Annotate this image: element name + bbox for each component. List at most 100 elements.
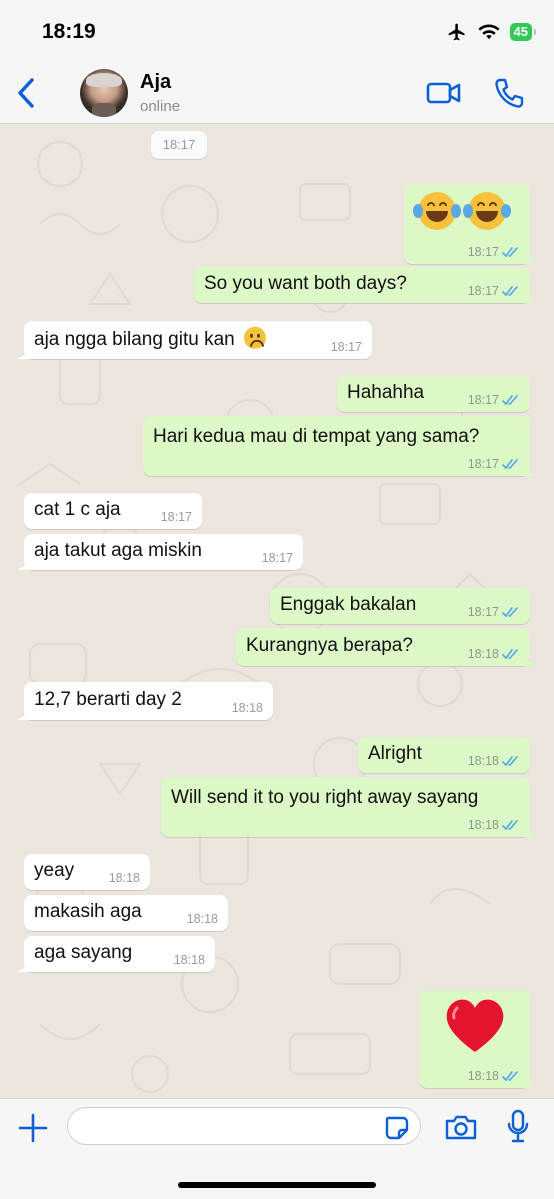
bubble-tail [523, 823, 537, 837]
read-ticks-icon [502, 606, 518, 617]
message-text: So you want both days? [204, 272, 407, 294]
contact-name[interactable]: Aja [140, 71, 171, 94]
bubble-tail [17, 556, 31, 570]
message-meta: 18:17 [468, 393, 520, 407]
message-bubble-outgoing[interactable]: 18:17 [404, 184, 537, 264]
read-ticks-icon [502, 1070, 518, 1081]
message-time: 18:17 [160, 510, 192, 524]
message-time: 18:17 [330, 340, 362, 354]
camera-icon[interactable] [444, 1113, 478, 1141]
status-icons: 45 [446, 22, 537, 42]
message-text: aga sayang [34, 941, 133, 963]
message-text: aja takut aga miskin [34, 539, 202, 561]
laughing-emoji-icon [463, 192, 511, 230]
message-time: 18:18 [467, 1069, 499, 1083]
laughing-emoji-icon [413, 192, 461, 230]
sad-face-emoji-icon [244, 326, 266, 349]
read-ticks-icon [502, 755, 518, 766]
status-bar: 18:19 45 [0, 0, 554, 62]
emoji-content [413, 192, 518, 230]
message-text: makasih aga [34, 900, 142, 922]
message-bubble-incoming[interactable]: aja ngga bilang gitu kan 18:17 [17, 321, 372, 359]
message-time: 18:17 [467, 605, 499, 619]
message-bubble-outgoing[interactable]: So you want both days? 18:17 [194, 267, 537, 303]
read-ticks-icon [502, 458, 518, 469]
message-bubble-outgoing[interactable]: Alright 18:18 [358, 737, 530, 773]
composer-bar [0, 1098, 554, 1199]
bubble-tail [17, 958, 31, 972]
message-meta: 18:17 [331, 340, 362, 354]
red-heart-emoji-icon [446, 999, 504, 1052]
message-bubble-incoming[interactable]: yeay 18:18 [24, 854, 150, 890]
message-meta: 18:18 [174, 953, 205, 967]
message-text: aja ngga bilang gitu kan [34, 328, 235, 350]
bubble-tail [523, 1074, 537, 1088]
message-text: cat 1 c aja [34, 498, 121, 520]
read-ticks-icon [502, 819, 518, 830]
message-bubble-outgoing[interactable]: Hari kedua mau di tempat yang sama? 18:1… [143, 416, 537, 476]
message-text: Will send it to you right away sayang [171, 787, 479, 808]
plus-icon[interactable] [18, 1113, 48, 1143]
message-bubble-incoming[interactable]: 12,7 berarti day 2 18:18 [17, 682, 273, 720]
message-meta: 18:17 [468, 245, 520, 259]
message-meta: 18:17 [468, 457, 520, 471]
message-time: 18:18 [467, 754, 499, 768]
message-meta: 18:18 [109, 871, 140, 885]
message-time: 18:18 [108, 871, 140, 885]
message-meta: 18:17 [262, 551, 293, 565]
sticker-icon[interactable] [384, 1115, 410, 1141]
bubble-tail [523, 652, 537, 666]
message-meta: 18:17 [161, 510, 192, 524]
bubble-tail [17, 706, 31, 720]
battery-icon: 45 [509, 23, 537, 41]
message-time: 18:17 [261, 551, 293, 565]
top-timestamp: 18:17 [151, 131, 207, 159]
message-time: 18:17 [467, 284, 499, 298]
message-time: 18:18 [467, 818, 499, 832]
bubble-tail [523, 289, 537, 303]
wifi-icon [477, 24, 500, 40]
message-bubble-outgoing[interactable]: Enggak bakalan 18:17 [270, 588, 530, 624]
avatar[interactable] [80, 69, 128, 117]
message-meta: 18:18 [187, 912, 218, 926]
read-ticks-icon [502, 648, 518, 659]
bubble-tail [523, 250, 537, 264]
message-text: yeay [34, 859, 75, 881]
message-bubble-incoming[interactable]: cat 1 c aja 18:17 [24, 493, 202, 529]
message-meta: 18:18 [232, 701, 263, 715]
message-time: 18:18 [173, 953, 205, 967]
message-text-wrap: aja ngga bilang gitu kan [34, 326, 266, 351]
message-bubble-incoming[interactable]: makasih aga 18:18 [24, 895, 228, 931]
message-time: 18:18 [186, 912, 218, 926]
message-bubble-outgoing[interactable]: Will send it to you right away sayang 18… [161, 777, 537, 837]
message-text: Enggak bakalan [280, 593, 417, 615]
message-time: 18:17 [467, 393, 499, 407]
phone-icon[interactable] [494, 77, 524, 109]
message-time: 18:18 [231, 701, 263, 715]
message-text: Hahahha [347, 381, 425, 403]
message-meta: 18:18 [468, 1069, 520, 1083]
message-text: Kurangnya berapa? [246, 634, 413, 656]
message-meta: 18:17 [468, 284, 520, 298]
message-time: 18:17 [467, 457, 499, 471]
airplane-icon [448, 23, 465, 41]
read-ticks-icon [502, 394, 518, 405]
chat-area[interactable]: 18:17 18:17 So you want both days? 18:17… [0, 124, 554, 1098]
message-bubble-outgoing[interactable]: Hahahha 18:17 [337, 376, 530, 412]
bubble-tail [17, 345, 31, 359]
message-bubble-outgoing[interactable]: Kurangnya berapa? 18:18 [236, 628, 537, 666]
read-ticks-icon [502, 246, 518, 257]
message-meta: 18:18 [468, 818, 520, 832]
message-text: Hari kedua mau di tempat yang sama? [153, 426, 480, 447]
chat-header: Aja online [0, 62, 554, 124]
microphone-icon[interactable] [506, 1109, 530, 1145]
video-camera-icon[interactable] [426, 79, 462, 107]
message-bubble-outgoing[interactable]: 18:18 [419, 990, 537, 1088]
message-bubble-incoming[interactable]: aja takut aga miskin 18:17 [17, 534, 303, 570]
message-input[interactable] [67, 1107, 421, 1145]
message-bubble-incoming[interactable]: aga sayang 18:18 [17, 936, 215, 972]
message-time: 18:17 [467, 245, 499, 259]
message-meta: 18:18 [468, 647, 520, 661]
bubble-tail [523, 462, 537, 476]
back-chevron-icon[interactable] [12, 76, 42, 110]
